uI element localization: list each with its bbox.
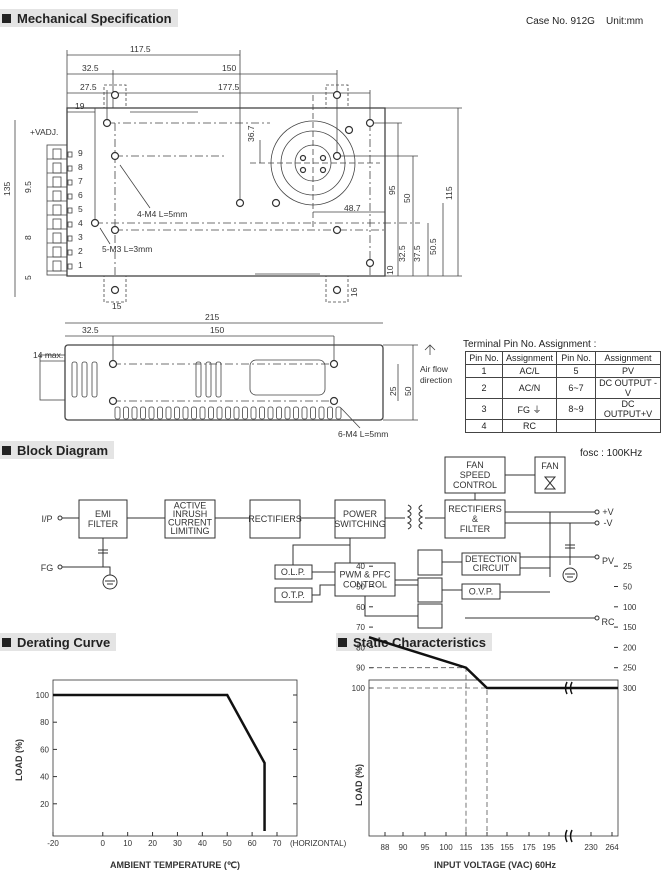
x-axis-label: AMBIENT TEMPERATURE (℃) — [110, 860, 240, 870]
x-tick-label: 175 — [522, 843, 536, 852]
x-tick-label: 10 — [123, 839, 132, 848]
x-note: (HORIZONTAL) — [290, 839, 347, 848]
y-tick-label: 100 — [352, 684, 366, 693]
x-tick-label: 50 — [223, 839, 232, 848]
y-tick-label: 100 — [36, 691, 50, 700]
x-tick-label: 20 — [148, 839, 157, 848]
y2-tick-label: 250 — [623, 664, 637, 673]
y2-tick-label: 25 — [623, 562, 632, 571]
x-tick-label: 30 — [173, 839, 182, 848]
y-tick-label: 90 — [356, 664, 365, 673]
x-tick-label: 100 — [439, 843, 453, 852]
y-tick-label: 80 — [40, 718, 49, 727]
x-tick-label: 40 — [198, 839, 207, 848]
y2-tick-label: 300 — [623, 684, 637, 693]
y2-tick-label: 150 — [623, 623, 637, 632]
y-tick-label: 60 — [40, 745, 49, 754]
x-tick-label: 90 — [399, 843, 408, 852]
x-tick-label: 95 — [421, 843, 430, 852]
x-tick-label: 88 — [381, 843, 390, 852]
x-tick-label: 70 — [273, 839, 282, 848]
y2-tick-label: 200 — [623, 643, 637, 652]
y-tick-label: 40 — [40, 773, 49, 782]
y-tick-label: 50 — [356, 583, 365, 592]
x-axis-label: INPUT VOLTAGE (VAC) 60Hz — [434, 860, 557, 870]
y-tick-label: 40 — [356, 562, 365, 571]
x-tick-label: 264 — [605, 843, 619, 852]
x-tick-label: 0 — [101, 839, 106, 848]
y2-tick-label: 50 — [623, 583, 632, 592]
x-tick-label: 155 — [500, 843, 514, 852]
y-axis-label: LOAD (%) — [354, 764, 364, 806]
y-axis-label: LOAD (%) — [14, 739, 24, 781]
y-tick-label: 80 — [356, 643, 365, 652]
x-tick-label: 60 — [248, 839, 257, 848]
x-tick-label: 135 — [480, 843, 494, 852]
plot-frame — [368, 679, 619, 837]
x-tick-label: -20 — [47, 839, 59, 848]
guide-lines — [369, 667, 488, 836]
x-tick-label: 230 — [584, 843, 598, 852]
x-tick-label: 115 — [460, 843, 473, 852]
x-tick-label: 195 — [542, 843, 556, 852]
derating-line — [53, 693, 266, 831]
y-tick-label: 20 — [40, 800, 49, 809]
y-tick-label: 70 — [356, 623, 365, 632]
y-tick-label: 60 — [356, 603, 365, 612]
charts: -20 0 10 20 30 40 50 60 70 20 40 60 80 100 (HORIZONTAL… — [14, 562, 637, 870]
y2-tick-label: 100 — [623, 603, 637, 612]
